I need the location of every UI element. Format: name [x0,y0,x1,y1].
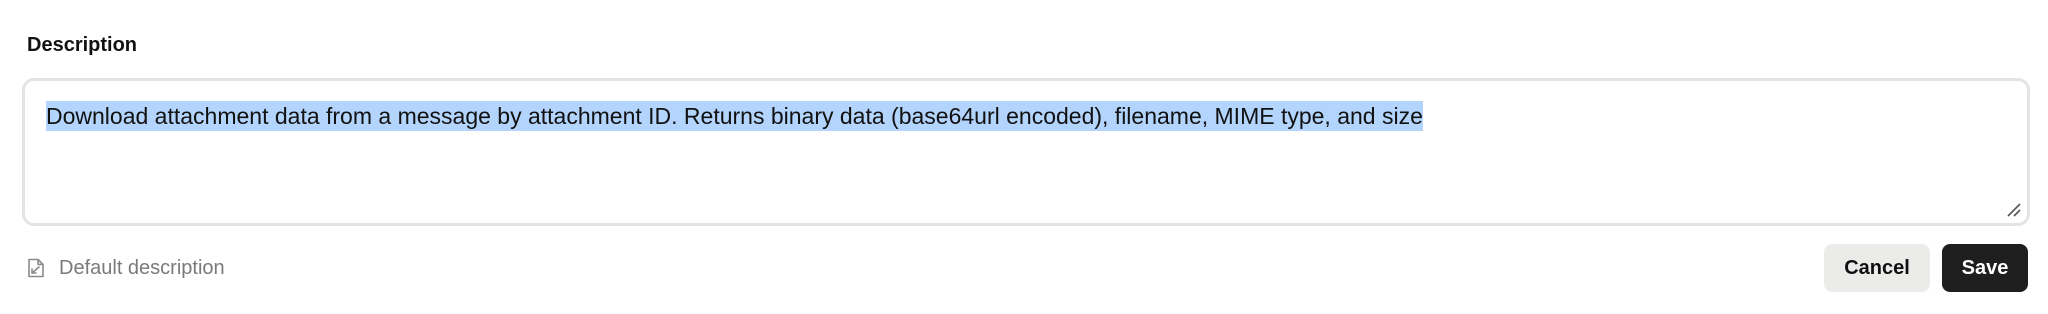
description-text[interactable]: Download attachment data from a message … [46,99,1997,133]
save-button[interactable]: Save [1942,244,2028,292]
description-label: Description [27,34,138,56]
resize-handle-icon[interactable] [2005,201,2021,217]
default-description-label: Default description [59,257,225,279]
default-description-toggle[interactable]: Default description [27,254,225,282]
description-textarea[interactable]: Download attachment data from a message … [22,78,2030,226]
selected-description-text[interactable]: Download attachment data from a message … [46,101,1423,131]
document-reset-icon [28,258,44,278]
cancel-button[interactable]: Cancel [1824,244,1930,292]
